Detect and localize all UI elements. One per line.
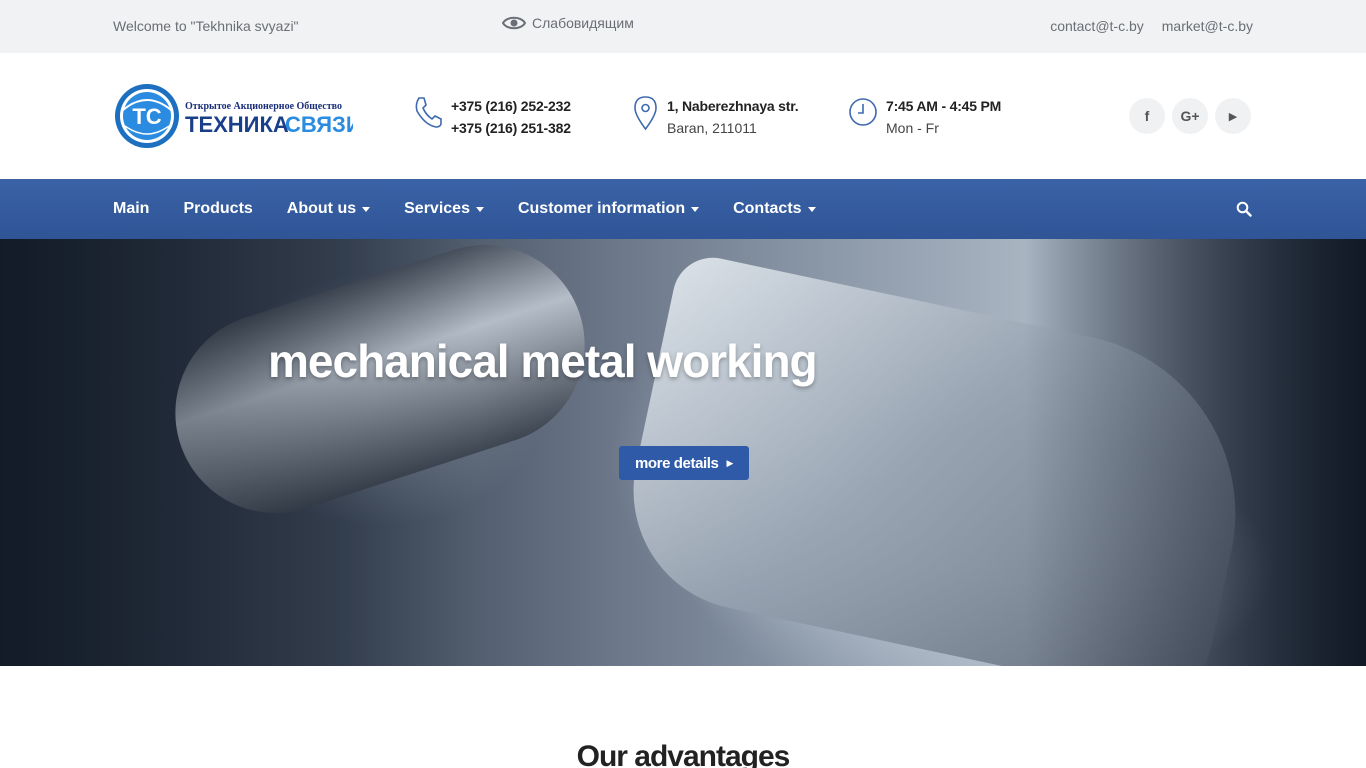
eye-icon	[502, 16, 526, 30]
caret-right-icon: ▶	[726, 457, 734, 468]
working-hours: 7:45 AM - 4:45 PM	[886, 98, 1002, 114]
nav-item-customer-information[interactable]: Customer information	[517, 200, 700, 218]
nav-item-products[interactable]: Products	[183, 200, 252, 218]
email-market-link[interactable]: market@t-c.by	[1162, 18, 1253, 34]
low-vision-label: Слабовидящим	[532, 15, 634, 31]
low-vision-link[interactable]: Слабовидящим	[502, 15, 634, 31]
caret-down-icon	[691, 206, 700, 212]
phone-number-2[interactable]: +375 (216) 251-382	[451, 117, 571, 139]
svg-text:СВЯЗИ: СВЯЗИ	[285, 112, 353, 137]
top-bar: Welcome to "Tekhnika svyazi" Слабовидящи…	[0, 0, 1366, 53]
advantages-heading: Our advantages	[576, 740, 791, 768]
email-contact-link[interactable]: contact@t-c.by	[1050, 18, 1144, 34]
google-plus-icon[interactable]: G+	[1172, 98, 1208, 134]
phone-block: +375 (216) 252-232 +375 (216) 251-382	[413, 95, 571, 139]
caret-down-icon	[362, 206, 371, 212]
nav-item-label: About us	[286, 200, 357, 217]
nav-item-contacts[interactable]: Contacts	[733, 200, 816, 218]
nav-item-main[interactable]: Main	[113, 200, 149, 218]
company-logo[interactable]: TC Открытое Акционерное Общество ТЕХНИКА…	[113, 82, 362, 150]
svg-text:TC: TC	[132, 104, 161, 129]
nav-item-services[interactable]: Services	[404, 200, 484, 218]
more-details-button[interactable]: more details ▶	[619, 446, 749, 480]
svg-text:Открытое Акционерное Общество: Открытое Акционерное Общество	[185, 101, 342, 112]
nav-item-label: Customer information	[517, 200, 686, 217]
youtube-icon[interactable]: ▶	[1215, 98, 1251, 134]
nav-item-label: Products	[183, 200, 253, 217]
welcome-text: Welcome to "Tekhnika svyazi"	[113, 18, 299, 34]
hero-title: mechanical metal working	[268, 335, 818, 387]
nav-item-label: Services	[404, 200, 470, 217]
nav-item-label: Main	[113, 200, 150, 217]
caret-down-icon	[807, 206, 816, 212]
phone-number-1[interactable]: +375 (216) 252-232	[451, 95, 571, 117]
search-icon[interactable]	[1236, 201, 1252, 217]
more-details-label: more details	[634, 454, 719, 472]
nav-item-label: Contacts	[733, 200, 802, 217]
address-street: 1, Naberezhnaya str.	[667, 98, 799, 114]
svg-text:ТЕХНИКА: ТЕХНИКА	[185, 112, 289, 137]
header: TC Открытое Акционерное Общество ТЕХНИКА…	[0, 53, 1366, 179]
address-city: Baran, 211011	[667, 120, 757, 136]
social-links: f G+ ▶	[1129, 98, 1251, 134]
email-links: contact@t-c.by market@t-c.by	[1050, 18, 1253, 34]
main-nav: Main Products About us Services Customer…	[0, 179, 1366, 239]
caret-down-icon	[475, 206, 484, 212]
clock-icon	[849, 98, 877, 126]
facebook-icon[interactable]: f	[1129, 98, 1165, 134]
working-days: Mon - Fr	[886, 120, 939, 136]
address-block: 1, Naberezhnaya str. Baran, 211011	[632, 95, 799, 139]
phone-icon	[415, 97, 442, 128]
hours-block: 7:45 AM - 4:45 PM Mon - Fr	[848, 95, 1001, 139]
location-pin-icon	[634, 96, 657, 131]
hero-slider: mechanical metal working more details ▶	[0, 239, 1366, 666]
nav-item-about-us[interactable]: About us	[286, 200, 371, 218]
